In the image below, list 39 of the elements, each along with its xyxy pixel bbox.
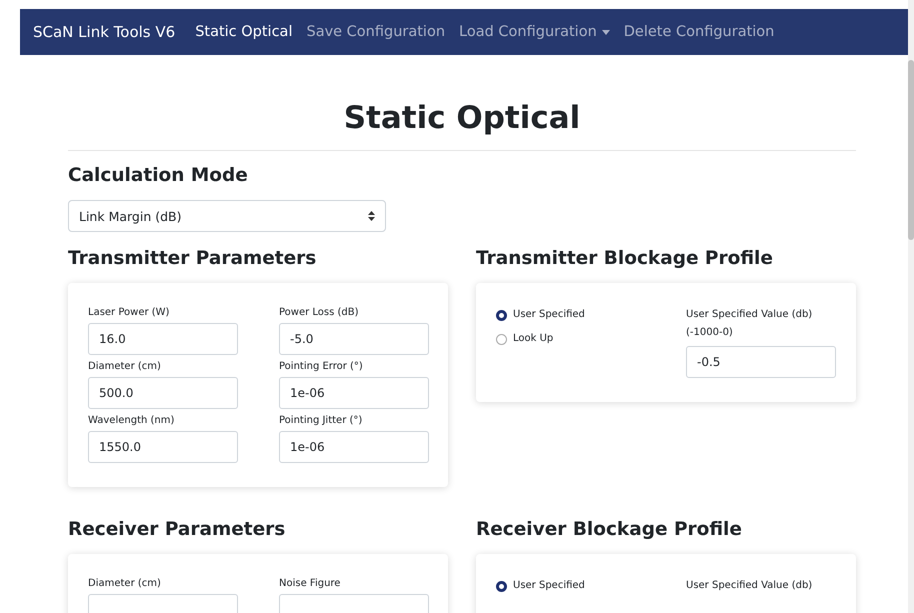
field-label: Diameter (cm) <box>88 577 162 591</box>
section-heading: Calculation Mode <box>68 165 249 186</box>
input-field[interactable]: 1e-06 <box>279 377 429 409</box>
section-heading: Receiver Blockage Profile <box>476 519 743 540</box>
input-field[interactable]: -0.5 <box>686 346 836 378</box>
section-heading: Receiver Parameters <box>68 519 286 540</box>
nav-link[interactable]: Load Configuration <box>459 24 610 40</box>
field-label: Power Loss (dB) <box>279 306 360 320</box>
input-field[interactable]: 1550.0 <box>88 431 238 463</box>
radio-button[interactable] <box>496 334 507 344</box>
range-label: (-1000-0) <box>686 326 734 340</box>
nav-link[interactable]: Static Optical <box>195 24 292 40</box>
sort-icon <box>368 211 375 221</box>
scrollbar[interactable] <box>908 0 914 613</box>
page-title: Static Optical <box>342 100 582 136</box>
caret-icon <box>602 30 610 34</box>
calculation-mode-select[interactable]: Link Margin (dB) <box>68 200 386 232</box>
field-label: Pointing Error (°) <box>279 360 364 374</box>
nav-link[interactable]: Save Configuration <box>306 24 446 40</box>
input-field[interactable]: 16.0 <box>88 323 238 355</box>
input-field[interactable]: 500.0 <box>88 377 238 409</box>
radio-label: User Specified <box>513 308 585 322</box>
radio-button[interactable] <box>496 310 507 320</box>
input-field[interactable]: -5.0 <box>279 323 429 355</box>
input-field[interactable]: 1e-06 <box>279 431 429 463</box>
radio-button[interactable] <box>496 580 507 592</box>
radio-label: User Specified <box>513 579 585 593</box>
field-label: Pointing Jitter (°) <box>279 414 364 428</box>
field-label: Wavelength (nm) <box>88 414 176 428</box>
section-heading: Transmitter Blockage Profile <box>476 248 774 269</box>
brand-link[interactable]: SCaN Link Tools V6 <box>33 23 176 41</box>
radio-label: Look Up <box>513 332 554 346</box>
nav-link[interactable]: Delete Configuration <box>624 24 774 40</box>
field-label: Noise Figure <box>279 577 342 591</box>
field-label: Diameter (cm) <box>88 360 162 374</box>
field-label: Laser Power (W) <box>88 306 170 320</box>
field-label: User Specified Value (db) <box>686 579 814 593</box>
field-label: User Specified Value (db) <box>686 308 814 322</box>
section-heading: Transmitter Parameters <box>68 248 318 269</box>
